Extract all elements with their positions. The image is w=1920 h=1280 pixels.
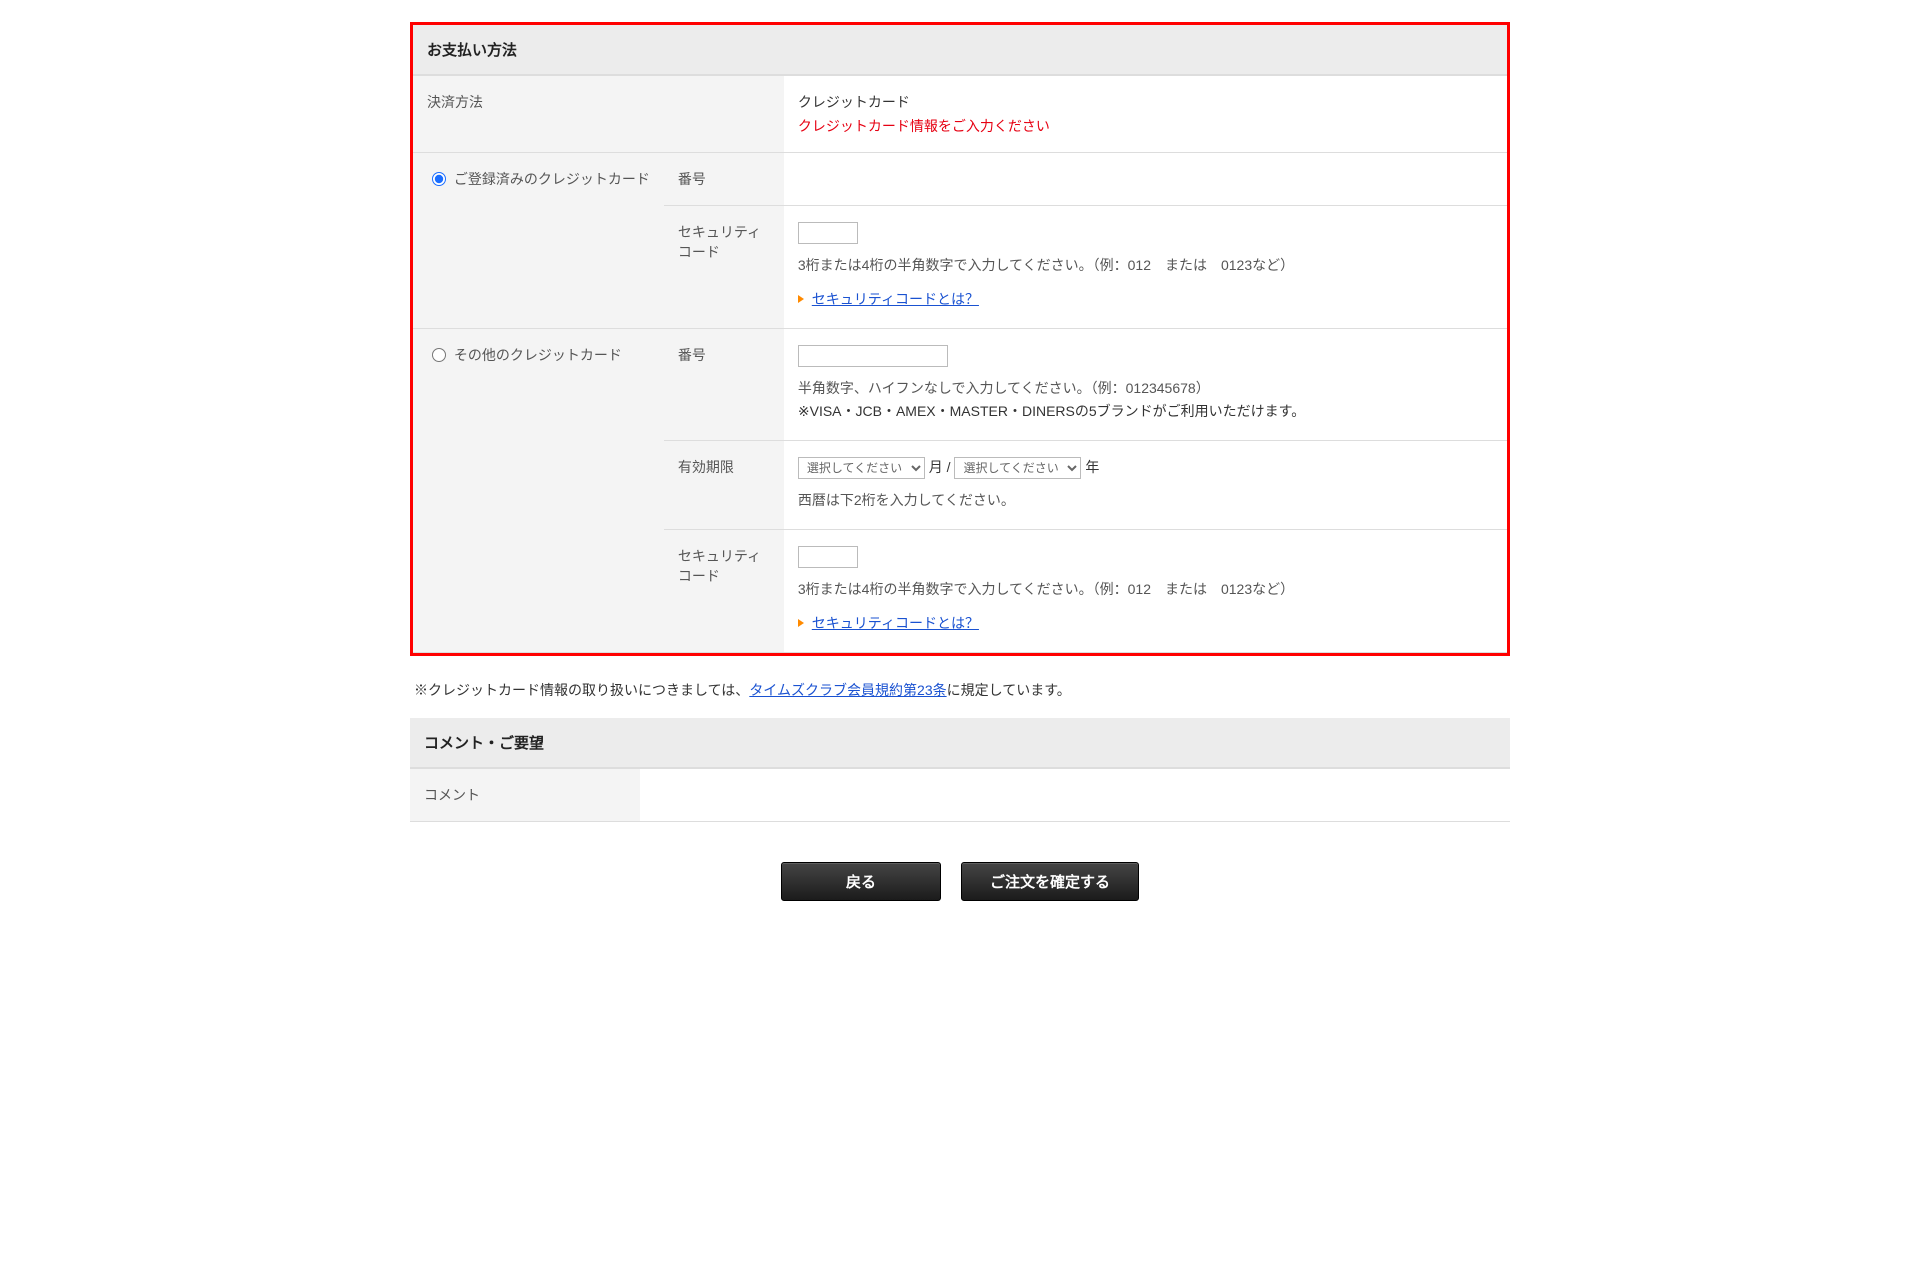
comment-label: コメント [410,768,640,821]
other-security-help: 3桁または4桁の半角数字で入力してください。（例：012 または 0123など） [798,578,1493,602]
other-expiry-cell: 選択してください 月 / 選択してください 年 西暦は下2桁を入力してください。 [784,441,1507,530]
payment-method-label: 決済方法 [413,76,784,153]
registered-card-radio-label[interactable]: ご登録済みのクレジットカード [427,171,650,187]
expiry-help: 西暦は下2桁を入力してください。 [798,489,1493,513]
comment-section-title: コメント・ご要望 [410,718,1510,768]
registered-card-radio[interactable] [432,172,446,186]
registered-security-cell: 3桁または4桁の半角数字で入力してください。（例：012 または 0123など）… [784,206,1507,329]
other-number-input[interactable] [798,345,948,367]
other-expiry-label: 有効期限 [664,441,784,530]
other-card-group: その他のクレジットカード [413,328,664,652]
terms-footnote: ※クレジットカード情報の取り扱いにつきましては、タイムズクラブ会員規約第23条に… [414,680,1506,700]
other-card-radio[interactable] [432,348,446,362]
registered-number-label: 番号 [664,153,784,206]
back-button[interactable]: 戻る [781,862,941,901]
payment-section-title: お支払い方法 [413,25,1507,75]
payment-method-value: クレジットカード [798,92,1493,112]
expiry-year-suffix: 年 [1085,459,1099,475]
comment-table: コメント [410,768,1510,822]
registered-security-input[interactable] [798,222,858,244]
other-security-cell: 3桁または4桁の半角数字で入力してください。（例：012 または 0123など）… [784,529,1507,652]
other-number-cell: 半角数字、ハイフンなしで入力してください。（例：012345678） ※VISA… [784,328,1507,441]
registered-card-group: ご登録済みのクレジットカード [413,153,664,329]
confirm-order-button[interactable]: ご注文を確定する [961,862,1139,901]
other-card-radio-label[interactable]: その他のクレジットカード [427,347,622,363]
other-security-input[interactable] [798,546,858,568]
footnote-prefix: ※クレジットカード情報の取り扱いにつきましては、 [414,682,749,698]
button-row: 戻る ご注文を確定する [410,862,1510,901]
footnote-suffix: に規定しています。 [947,682,1071,698]
other-security-label: セキュリティコード [664,529,784,652]
registered-number-value [784,153,1507,206]
payment-section: お支払い方法 決済方法 クレジットカード クレジットカード情報をご入力ください … [410,22,1510,656]
expiry-month-suffix: 月 / [929,459,951,475]
registered-security-link[interactable]: セキュリティコードとは？ [812,291,979,307]
payment-table: 決済方法 クレジットカード クレジットカード情報をご入力ください ご登録済みのク… [413,75,1507,653]
comment-value [640,768,1510,821]
expiry-year-select[interactable]: 選択してください [954,457,1081,479]
other-security-link[interactable]: セキュリティコードとは？ [812,615,979,631]
expiry-month-select[interactable]: 選択してください [798,457,925,479]
other-number-help1: 半角数字、ハイフンなしで入力してください。（例：012345678） [798,377,1493,401]
comment-section: コメント・ご要望 コメント [410,718,1510,822]
terms-link[interactable]: タイムズクラブ会員規約第23条 [749,682,946,698]
arrow-icon [798,619,804,627]
registered-security-label: セキュリティコード [664,206,784,329]
payment-method-note: クレジットカード情報をご入力ください [798,116,1493,136]
payment-method-value-cell: クレジットカード クレジットカード情報をご入力ください [784,76,1507,153]
arrow-icon [798,295,804,303]
registered-security-help: 3桁または4桁の半角数字で入力してください。（例：012 または 0123など） [798,254,1493,278]
other-number-label: 番号 [664,328,784,441]
other-number-help2: ※VISA・JCB・AMEX・MASTER・DINERSの5ブランドがご利用いた… [798,400,1493,424]
